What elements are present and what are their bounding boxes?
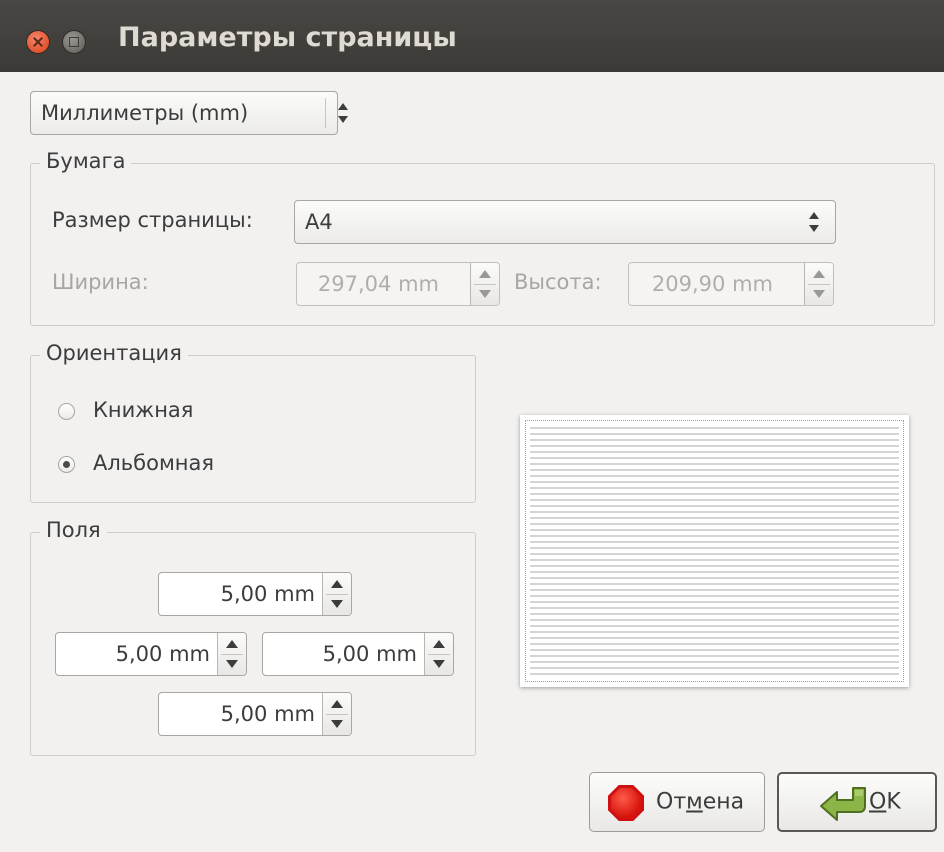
preview-margin-outline bbox=[525, 420, 904, 682]
spin-down-icon[interactable] bbox=[226, 660, 238, 668]
portrait-radio[interactable] bbox=[58, 403, 75, 420]
spin-down-icon[interactable] bbox=[433, 660, 445, 668]
up-down-arrows-icon bbox=[336, 102, 350, 124]
close-icon[interactable] bbox=[27, 31, 49, 53]
ok-button-label: OK bbox=[869, 789, 901, 815]
spin-down-icon bbox=[479, 290, 491, 298]
height-label: Высота: bbox=[514, 270, 602, 294]
page-preview bbox=[520, 415, 909, 687]
spin-up-icon bbox=[479, 270, 491, 278]
margin-left-spinner[interactable]: 5,00 mm bbox=[55, 632, 247, 676]
margin-top-value[interactable]: 5,00 mm bbox=[221, 582, 315, 606]
height-spin-buttons bbox=[804, 263, 833, 305]
preview-text-lines bbox=[530, 425, 899, 677]
height-value: 209,90 mm bbox=[651, 272, 773, 296]
combo-separator bbox=[325, 98, 326, 128]
units-combo-value: Миллиметры (mm) bbox=[41, 101, 249, 125]
maximize-icon[interactable] bbox=[63, 31, 85, 53]
width-value: 297,04 mm bbox=[317, 272, 439, 296]
cancel-button[interactable]: Отмена bbox=[589, 772, 765, 832]
margins-legend: Поля bbox=[40, 518, 107, 542]
height-spinner: 209,90 mm bbox=[628, 262, 834, 306]
units-combo[interactable]: Миллиметры (mm) bbox=[30, 91, 348, 135]
spin-down-icon bbox=[813, 290, 825, 298]
margin-top-spin-buttons[interactable] bbox=[322, 573, 351, 615]
width-spinner: 297,04 mm bbox=[296, 262, 500, 306]
window-title: Параметры страницы bbox=[118, 22, 457, 53]
orientation-legend: Ориентация bbox=[40, 341, 188, 365]
spin-down-icon[interactable] bbox=[331, 600, 343, 608]
page-size-combo[interactable]: A4 bbox=[294, 200, 836, 244]
cancel-button-label: Отмена bbox=[656, 789, 745, 815]
spin-up-icon[interactable] bbox=[331, 580, 343, 588]
spin-up-icon[interactable] bbox=[331, 700, 343, 708]
margin-bottom-spinner[interactable]: 5,00 mm bbox=[158, 692, 352, 736]
orientation-frame bbox=[30, 355, 476, 503]
width-spin-buttons bbox=[470, 263, 499, 305]
margin-right-spin-buttons[interactable] bbox=[424, 633, 453, 675]
page-size-label: Размер страницы: bbox=[52, 208, 253, 232]
margin-right-value[interactable]: 5,00 mm bbox=[323, 642, 417, 666]
landscape-label[interactable]: Альбомная bbox=[93, 451, 214, 475]
margin-right-spinner[interactable]: 5,00 mm bbox=[262, 632, 454, 676]
ok-button[interactable]: OK bbox=[777, 772, 937, 832]
up-down-arrows-icon bbox=[807, 211, 821, 233]
page-size-value: A4 bbox=[305, 210, 333, 234]
title-bar: Параметры страницы bbox=[0, 0, 944, 72]
spin-down-icon[interactable] bbox=[331, 720, 343, 728]
margin-bottom-value[interactable]: 5,00 mm bbox=[221, 702, 315, 726]
margin-left-spin-buttons[interactable] bbox=[217, 633, 246, 675]
portrait-label[interactable]: Книжная bbox=[93, 398, 193, 422]
spin-up-icon[interactable] bbox=[226, 640, 238, 648]
width-label: Ширина: bbox=[52, 270, 149, 294]
margin-top-spinner[interactable]: 5,00 mm bbox=[158, 572, 352, 616]
spin-up-icon bbox=[813, 270, 825, 278]
margin-bottom-spin-buttons[interactable] bbox=[322, 693, 351, 735]
ok-arrow-icon bbox=[820, 787, 866, 821]
margin-left-value[interactable]: 5,00 mm bbox=[116, 642, 210, 666]
spin-up-icon[interactable] bbox=[433, 640, 445, 648]
stop-icon bbox=[608, 785, 644, 821]
paper-legend: Бумага bbox=[40, 149, 132, 173]
landscape-radio[interactable] bbox=[58, 456, 75, 473]
